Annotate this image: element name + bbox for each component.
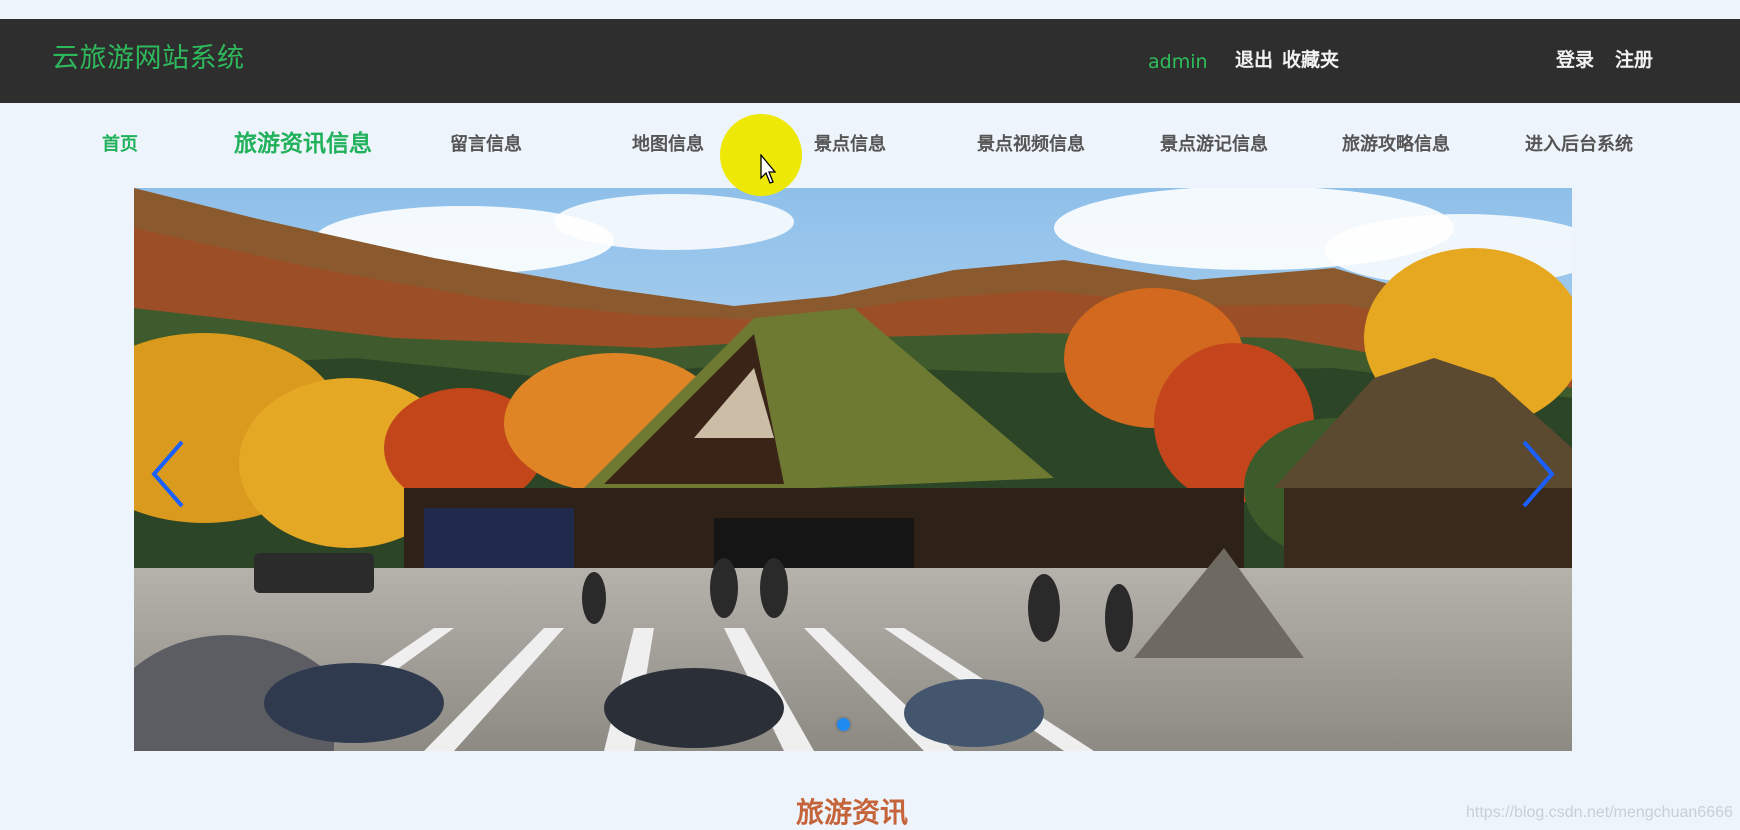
nav-admin-backend[interactable]: 进入后台系统 <box>1525 134 1633 156</box>
top-header: 云旅游网站系统 admin 退出 收藏夹 登录 注册 <box>0 19 1740 103</box>
register-link[interactable]: 注册 <box>1615 49 1653 72</box>
favorites-link[interactable]: 收藏夹 <box>1282 49 1339 72</box>
mouse-cursor-icon <box>760 154 776 184</box>
chevron-left-icon <box>151 440 184 508</box>
banner-carousel <box>134 188 1572 751</box>
carousel-next-button[interactable] <box>1512 434 1562 514</box>
nav-scenic-spots[interactable]: 景点信息 <box>814 134 886 156</box>
carousel-prev-button[interactable] <box>144 434 194 514</box>
current-user-name[interactable]: admin <box>1148 51 1208 74</box>
chevron-right-icon <box>1522 440 1555 508</box>
nav-messages[interactable]: 留言信息 <box>450 134 522 156</box>
nav-travel-guides[interactable]: 旅游攻略信息 <box>1342 134 1450 156</box>
banner-image <box>134 188 1572 751</box>
carousel-indicator-dot[interactable] <box>837 718 850 731</box>
watermark-text: https://blog.csdn.net/mengchuan6666 <box>1466 804 1733 821</box>
section-heading-travel-news: 旅游资讯 <box>796 796 909 829</box>
nav-home[interactable]: 首页 <box>102 134 138 156</box>
nav-travel-journals[interactable]: 景点游记信息 <box>1160 134 1268 156</box>
nav-map[interactable]: 地图信息 <box>632 134 704 156</box>
nav-travel-news[interactable]: 旅游资讯信息 <box>234 131 372 159</box>
nav-scenic-videos[interactable]: 景点视频信息 <box>977 134 1085 156</box>
site-title: 云旅游网站系统 <box>52 43 245 74</box>
login-link[interactable]: 登录 <box>1556 49 1594 72</box>
logout-link[interactable]: 退出 <box>1235 49 1273 72</box>
